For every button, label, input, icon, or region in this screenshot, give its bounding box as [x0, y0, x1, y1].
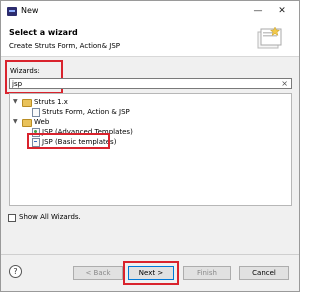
divider [1, 254, 299, 255]
wizard-tree[interactable]: ▼ Struts 1.x Struts Form, Action & JSP ▼… [9, 93, 292, 206]
title-bar[interactable]: New — ✕ [1, 1, 299, 21]
window-title: New [21, 6, 39, 15]
expand-chevron-icon[interactable]: ▼ [13, 97, 18, 107]
wizards-label: Wizards: [10, 67, 40, 75]
close-icon[interactable]: ✕ [274, 4, 290, 18]
tree-item-web[interactable]: ▼ Web [10, 117, 291, 127]
tree-item-label: Web [34, 118, 50, 126]
minimize-icon[interactable]: — [250, 4, 266, 18]
show-all-wizards-label[interactable]: Show All Wizards. [19, 213, 81, 221]
help-icon[interactable]: ? [9, 265, 22, 278]
back-button[interactable]: < Back [73, 266, 123, 280]
folder-icon [22, 99, 32, 107]
wizard-filter-input[interactable] [10, 79, 274, 88]
expand-chevron-icon[interactable]: ▼ [13, 117, 18, 127]
annotation-highlight-jsp [27, 133, 110, 149]
show-all-wizards-checkbox[interactable] [8, 214, 16, 222]
clear-filter-icon[interactable]: × [281, 79, 288, 88]
tree-item-struts-form[interactable]: Struts Form, Action & JSP [10, 107, 291, 117]
wizard-filter-field[interactable]: × [9, 78, 292, 89]
tree-item-label: Struts Form, Action & JSP [42, 108, 130, 116]
tree-item-struts[interactable]: ▼ Struts 1.x [10, 97, 291, 107]
folder-icon [22, 119, 32, 127]
page-description: Create Struts Form, Action& JSP [9, 42, 121, 50]
page-title: Select a wizard [9, 28, 78, 37]
finish-button[interactable]: Finish [183, 266, 231, 280]
tree-item-label: Struts 1.x [34, 98, 68, 106]
eclipse-app-icon [7, 7, 17, 16]
wizard-banner-icon [257, 26, 282, 49]
cancel-button[interactable]: Cancel [239, 266, 289, 280]
struts-file-icon [32, 108, 40, 117]
annotation-highlight-next [123, 261, 179, 285]
wizard-header: Select a wizard Create Struts Form, Acti… [1, 21, 299, 57]
